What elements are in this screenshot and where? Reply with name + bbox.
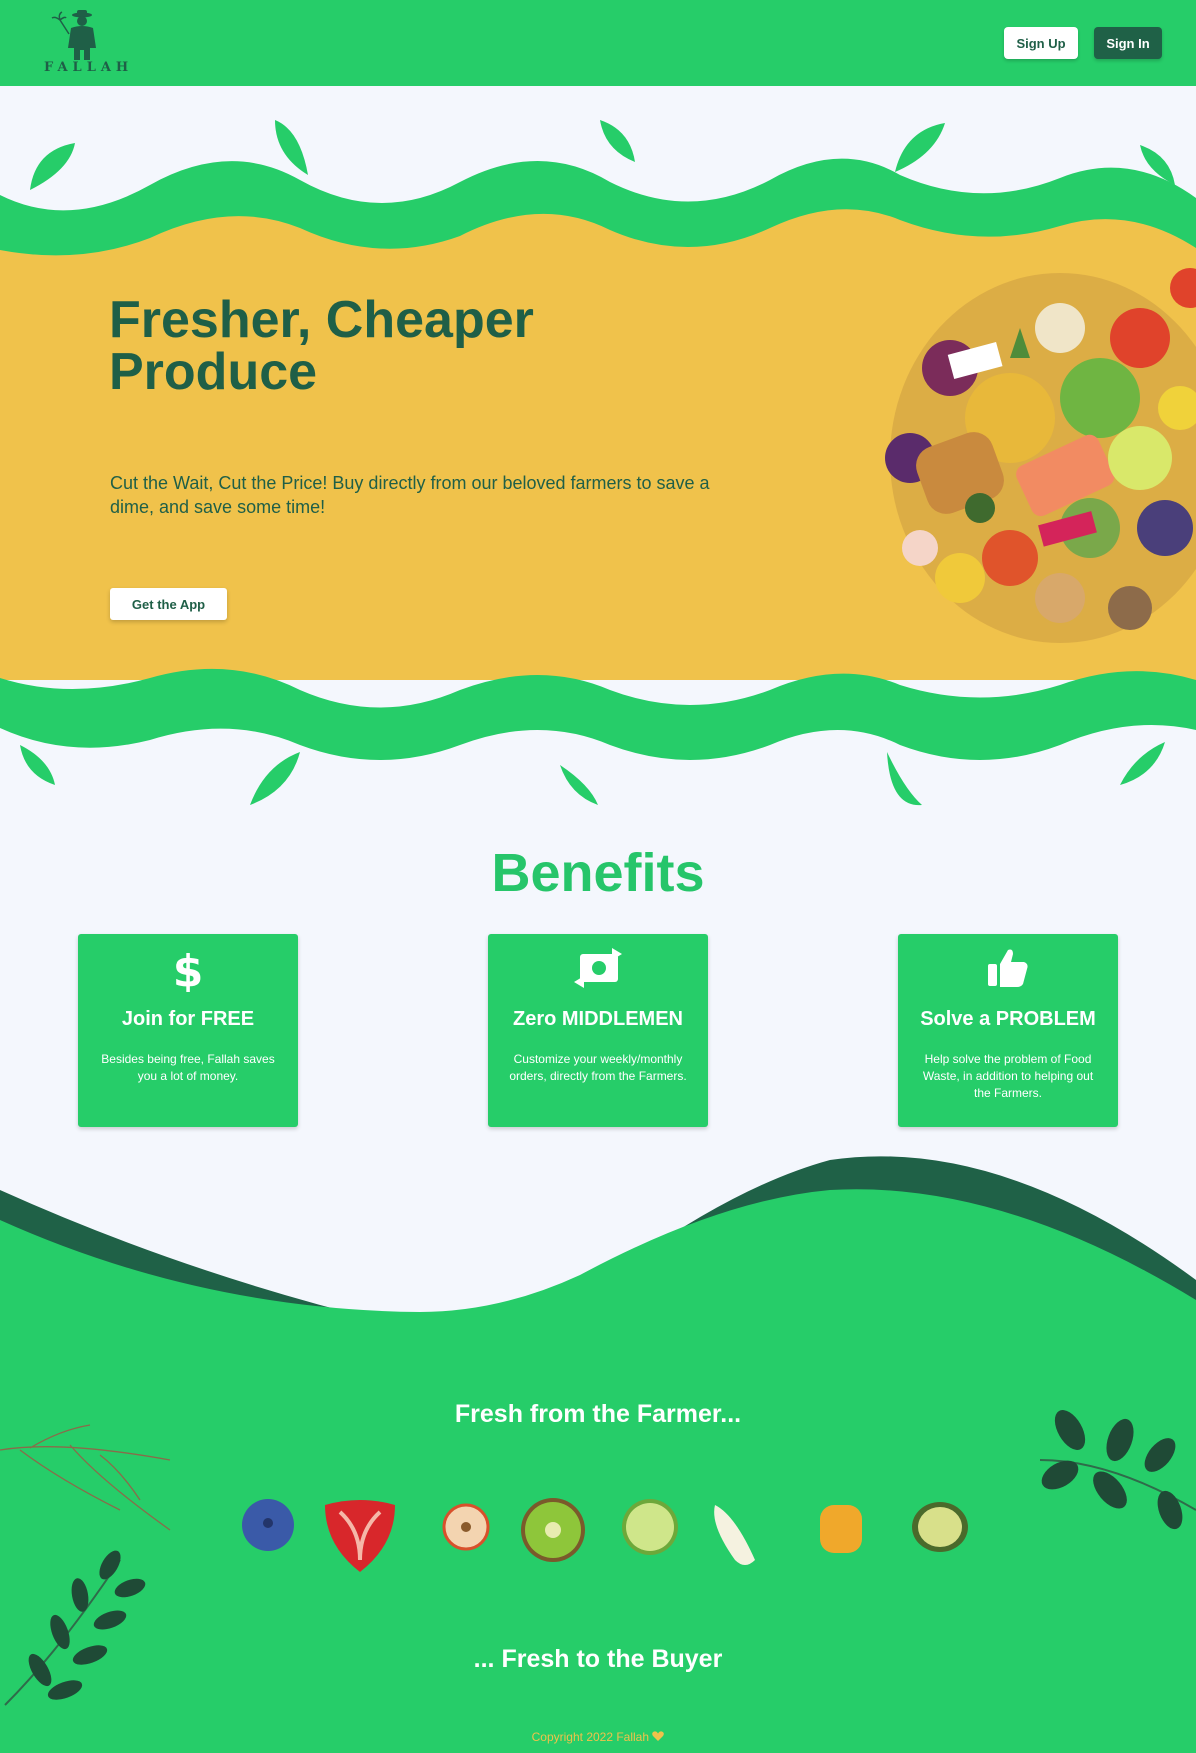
fresh-from-farmer-heading: Fresh from the Farmer... <box>454 1400 742 1428</box>
benefit-card-free: $ Join for FREE Besides being free, Fall… <box>78 934 298 1127</box>
pear-slice-icon <box>714 1505 755 1565</box>
benefit-description: Customize your weekly/monthly orders, di… <box>509 1052 687 1083</box>
benefits-title: Benefits <box>491 843 705 903</box>
site-header: FALLAH Sign Up Sign In <box>0 0 1196 86</box>
fresh-to-buyer-heading: ... Fresh to the Buyer <box>473 1645 723 1673</box>
benefit-description: Help solve the problem of Food Waste, in… <box>922 1052 1094 1100</box>
benefit-card-middlemen: Zero MIDDLEMEN Customize your weekly/mon… <box>488 934 708 1127</box>
avocado-icon <box>912 1502 968 1552</box>
dollar-icon: $ <box>78 946 298 992</box>
logo-text: FALLAH <box>44 60 134 75</box>
heart-icon <box>652 1731 665 1741</box>
copyright-text: Copyright 2022 Fallah <box>531 1730 650 1744</box>
sign-in-button[interactable]: Sign In <box>1094 27 1162 59</box>
apple-slice-icon <box>442 1503 490 1551</box>
fruit-row <box>242 1498 968 1572</box>
hero-title-line2: Produce <box>109 343 318 401</box>
benefit-title: Solve a PROBLEM <box>920 1008 1096 1030</box>
mango-icon <box>820 1505 862 1553</box>
svg-text:$: $ <box>173 946 203 992</box>
hero-title-line1: Fresher, Cheaper <box>109 291 534 349</box>
benefit-title: Join for FREE <box>121 1008 255 1030</box>
footer-copyright: Copyright 2022 Fallah <box>0 1730 1196 1744</box>
blueberry-icon <box>242 1499 294 1551</box>
kiwi-icon <box>521 1498 585 1562</box>
money-exchange-icon <box>488 946 708 992</box>
page: FALLAH Sign Up Sign In Fresher, Cheaper … <box>0 0 1196 1753</box>
produce-pile-image <box>885 268 1196 643</box>
sign-up-button[interactable]: Sign Up <box>1004 27 1078 59</box>
benefit-description: Besides being free, Fallah saves you a l… <box>101 1052 275 1083</box>
hero-title: Fresher, Cheaper Produce <box>109 294 709 398</box>
benefit-card-problem: Solve a PROBLEM Help solve the problem o… <box>898 934 1118 1127</box>
get-the-app-button[interactable]: Get the App <box>110 588 227 620</box>
benefit-title: Zero MIDDLEMEN <box>513 1008 683 1030</box>
hero-subtitle: Cut the Wait, Cut the Price! Buy directl… <box>110 473 710 517</box>
strawberry-icon <box>325 1500 395 1572</box>
thumbs-up-icon <box>898 946 1118 992</box>
lime-icon <box>622 1499 678 1555</box>
